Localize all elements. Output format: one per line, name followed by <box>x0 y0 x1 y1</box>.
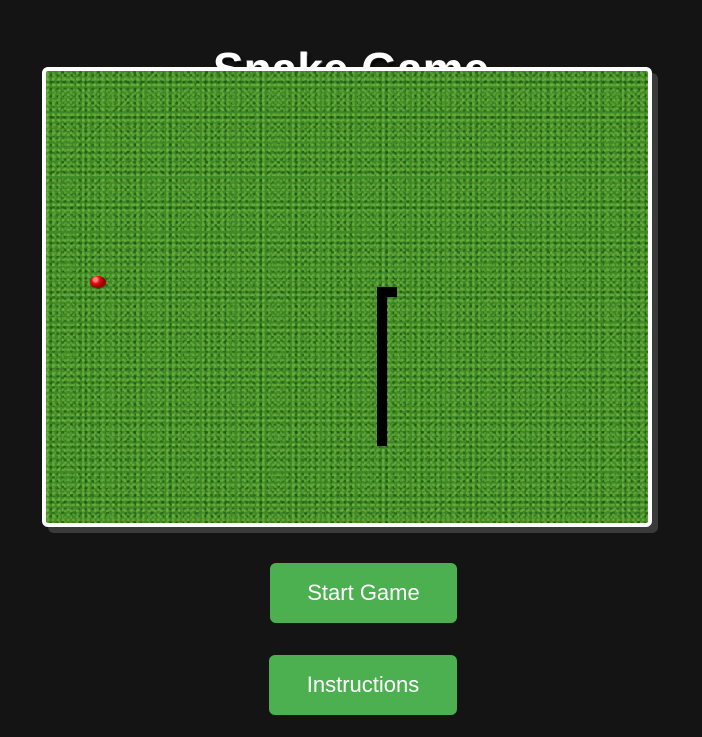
snake-body <box>377 287 387 446</box>
instructions-button[interactable]: Instructions <box>269 655 457 715</box>
game-board[interactable] <box>42 67 652 527</box>
apple-food <box>90 276 106 288</box>
snake-head <box>377 287 397 297</box>
start-game-button[interactable]: Start Game <box>270 563 457 623</box>
